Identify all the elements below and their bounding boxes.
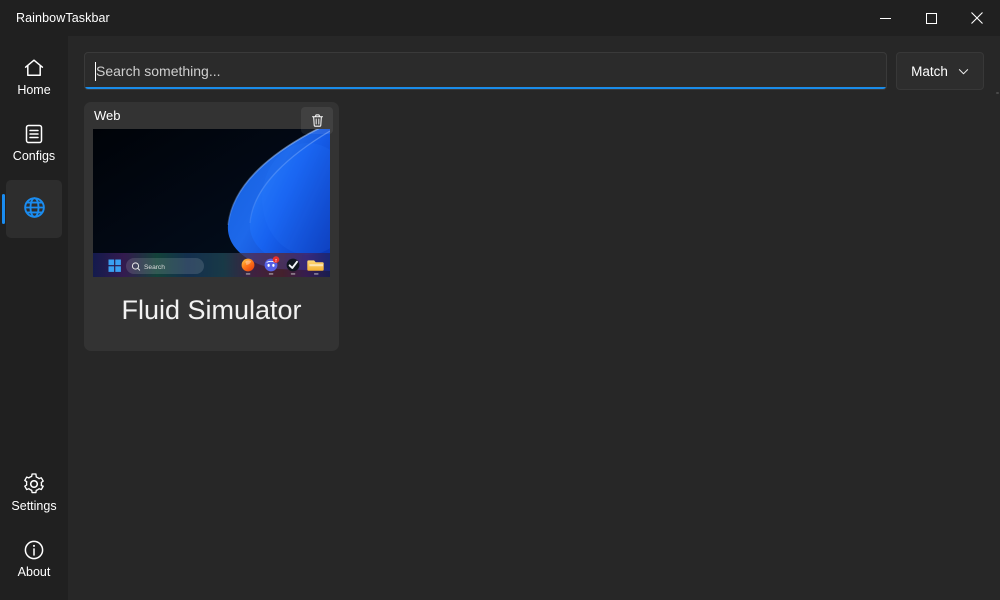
- maximize-button[interactable]: [908, 0, 954, 36]
- scrollbar-thumb[interactable]: [996, 92, 999, 94]
- card-header: Web: [84, 102, 339, 134]
- sidebar-item-label: Settings: [11, 499, 57, 513]
- text-caret: [95, 62, 96, 81]
- sidebar-item-home[interactable]: Home: [6, 48, 62, 106]
- sidebar-item-configs[interactable]: Configs: [6, 114, 62, 172]
- main-content: Match Web: [68, 36, 1000, 600]
- globe-icon: [23, 197, 45, 218]
- sidebar-top-group: Home Configs: [0, 44, 68, 242]
- home-icon: [24, 59, 44, 76]
- sidebar-item-label: Configs: [12, 149, 56, 163]
- window-title: RainbowTaskbar: [16, 11, 110, 25]
- website-card[interactable]: Web Search 2 Fluid Simulator: [84, 102, 339, 351]
- close-icon: [971, 12, 983, 24]
- desktop-preview-image: Search 2: [93, 129, 330, 277]
- info-icon: [24, 540, 44, 560]
- sidebar-item-settings[interactable]: Settings: [6, 464, 62, 522]
- trash-icon: [311, 114, 323, 127]
- match-dropdown[interactable]: Match: [896, 52, 984, 90]
- sidebar: Home Configs Settings About: [0, 36, 68, 600]
- sidebar-item-web[interactable]: [2, 180, 62, 238]
- delete-card-button[interactable]: [301, 107, 333, 134]
- svg-text:Search: Search: [144, 264, 165, 271]
- list-icon: [25, 124, 43, 144]
- sidebar-bottom-group: Settings About: [0, 460, 68, 592]
- sidebar-item-label: Home: [17, 83, 51, 97]
- card-grid: Web Search 2 Fluid Simulator: [84, 102, 984, 600]
- search-input[interactable]: [85, 53, 886, 89]
- search-row: Match: [84, 52, 984, 90]
- minimize-icon: [879, 17, 891, 19]
- sidebar-item-label: About: [17, 565, 51, 579]
- chevron-down-icon: [958, 68, 969, 74]
- gear-icon: [24, 473, 44, 494]
- search-field-wrapper[interactable]: [84, 52, 887, 90]
- minimize-button[interactable]: [862, 0, 908, 36]
- card-kind-label: Web: [94, 108, 121, 123]
- search-focus-underline: [85, 87, 886, 89]
- title-bar[interactable]: RainbowTaskbar: [0, 0, 1000, 36]
- card-title: Fluid Simulator: [121, 295, 302, 325]
- taskbar-search-pill: Search: [126, 258, 204, 274]
- close-button[interactable]: [954, 0, 1000, 36]
- window-controls: [862, 0, 1000, 36]
- maximize-icon: [925, 12, 937, 24]
- app-window: RainbowTaskbar Home Configs Settings Abo…: [0, 0, 1000, 600]
- sidebar-item-about[interactable]: About: [6, 530, 62, 588]
- card-thumbnail: Search 2: [93, 129, 330, 277]
- match-dropdown-label: Match: [911, 63, 948, 79]
- window-body: Home Configs Settings About Search somet…: [0, 36, 1000, 600]
